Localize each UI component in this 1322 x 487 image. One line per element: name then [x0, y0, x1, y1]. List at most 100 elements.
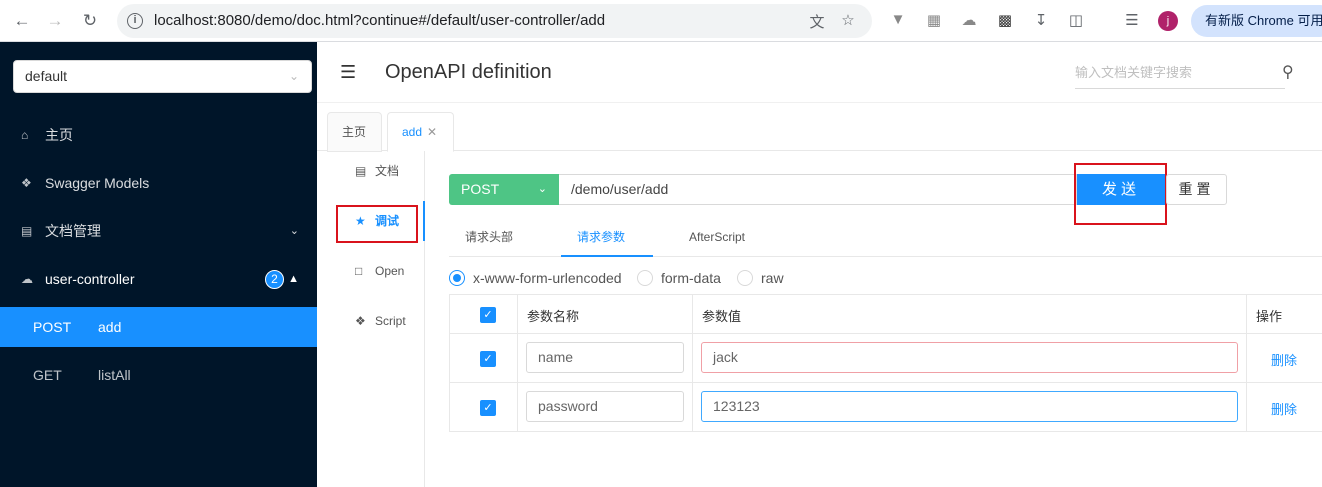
endpoint-post-add[interactable]: POST add — [0, 307, 317, 347]
column-header: 操作 — [1256, 309, 1283, 324]
sidebar-item-label: Swagger Models — [45, 175, 150, 191]
row-checkbox[interactable]: ✓ — [480, 400, 496, 416]
radio-unchecked[interactable] — [637, 270, 653, 286]
subtab-headers[interactable]: 请求头部 — [465, 219, 513, 257]
endpoint-path: add — [98, 319, 122, 335]
back-icon[interactable]: ← — [10, 9, 34, 33]
radio-raw[interactable]: raw — [737, 268, 784, 288]
radio-unchecked[interactable] — [737, 270, 753, 286]
home-icon: ⌂ — [21, 128, 29, 142]
subtab-params[interactable]: 请求参数 — [561, 219, 653, 257]
chevron-up-icon: ▲ — [288, 273, 299, 285]
params-table: ✓ 参数名称 参数值 操作 ✓ name jack 删除 ✓ password … — [449, 294, 1322, 432]
browser-toolbar: ← → ↻ i localhost:8080/demo/doc.html?con… — [0, 0, 1322, 42]
cloud-icon: ☁ — [21, 272, 33, 286]
sidebar-item-swagger-models[interactable]: ❖ Swagger Models — [0, 159, 317, 207]
table-row: ✓ password 123123 删除 — [450, 383, 1322, 432]
param-name-input[interactable]: name — [526, 342, 684, 373]
column-header: 参数值 — [702, 309, 742, 324]
tab-label: 文档 — [375, 164, 400, 178]
file-icon: □ — [355, 264, 363, 278]
radio-form-data[interactable]: form-data — [637, 268, 721, 288]
sidebar-item-label: 文档管理 — [45, 223, 101, 239]
count-badge: 2 — [265, 270, 284, 289]
tab-label: Script — [375, 314, 406, 328]
endpoint-method: GET — [33, 367, 62, 383]
address-bar[interactable]: i localhost:8080/demo/doc.html?continue#… — [117, 4, 872, 38]
request-subtabs: 请求头部 请求参数 AfterScript — [449, 219, 1322, 257]
collapse-menu-icon[interactable]: ☰ — [340, 62, 360, 82]
profile-avatar[interactable]: j — [1158, 11, 1178, 31]
select-col: ✓ — [450, 295, 518, 333]
select-all-checkbox[interactable]: ✓ — [480, 307, 496, 323]
tab-label: Open — [375, 264, 405, 278]
doc-side-tabs: ▤ 文档 ★ 调试 □ Open ❖ Script — [317, 151, 425, 487]
method-value: POST — [461, 181, 500, 197]
extension-v-icon[interactable]: ▼ — [888, 11, 908, 31]
highlight-box-debug — [336, 205, 418, 243]
tab-home[interactable]: 主页 — [327, 112, 382, 152]
sidebar-item-user-controller[interactable]: ☁ user-controller 2 ▲ — [0, 255, 317, 303]
media-list-icon[interactable]: ☰ — [1122, 11, 1142, 31]
tab-label: add — [402, 125, 423, 139]
tab-doc[interactable]: ▤ 文档 — [317, 151, 425, 191]
chevron-down-icon: ⌄ — [288, 69, 299, 83]
subtab-afterscript[interactable]: AfterScript — [689, 219, 745, 257]
tab-script[interactable]: ❖ Script — [317, 301, 425, 341]
close-icon[interactable]: ✕ — [427, 125, 437, 139]
group-select-value: default — [25, 68, 68, 84]
sidebar-item-label: user-controller — [45, 271, 135, 287]
name-col: 参数名称 — [518, 295, 693, 333]
extensions-puzzle-icon[interactable]: ◫ — [1066, 11, 1086, 31]
tab-bar: 主页 add ✕ — [317, 103, 1322, 152]
chevron-down-icon: ⌄ — [537, 183, 547, 195]
radio-label: x-www-form-urlencoded — [473, 270, 622, 286]
address-url[interactable]: localhost:8080/demo/doc.html?continue#/d… — [154, 12, 605, 29]
param-name-input[interactable]: password — [526, 391, 684, 422]
table-row: ✓ name jack 删除 — [450, 334, 1322, 383]
param-value-input[interactable]: 123123 — [701, 391, 1238, 422]
action-col: 操作 — [1247, 295, 1322, 333]
radio-urlencoded[interactable]: x-www-form-urlencoded — [449, 268, 622, 288]
param-value-input[interactable]: jack — [701, 342, 1238, 373]
highlight-box-send — [1074, 163, 1167, 225]
reload-icon[interactable]: ↻ — [78, 9, 102, 33]
download-icon[interactable]: ↧ — [1031, 11, 1051, 31]
method-select[interactable]: POST ⌄ — [449, 174, 559, 205]
models-icon: ❖ — [21, 176, 32, 190]
site-info-icon[interactable]: i — [127, 13, 143, 29]
extension-grid-icon[interactable]: ▦ — [924, 11, 944, 31]
group-select[interactable]: default ⌄ — [13, 60, 312, 93]
chrome-update-button[interactable]: 有新版 Chrome 可用 — [1191, 5, 1322, 37]
code-icon: ❖ — [355, 314, 366, 328]
radio-label: form-data — [661, 270, 721, 286]
delete-link[interactable]: 删除 — [1271, 350, 1297, 369]
doc-manage-icon: ▤ — [21, 224, 33, 238]
translate-icon[interactable]: 文 — [807, 11, 827, 31]
request-url-row: POST ⌄ /demo/user/add 发送 — [449, 174, 1165, 205]
search-input[interactable]: 输入文档关键字搜索 — [1075, 59, 1285, 89]
table-header-row: ✓ 参数名称 参数值 操作 — [450, 295, 1322, 334]
row-checkbox[interactable]: ✓ — [480, 351, 496, 367]
sidebar-item-home[interactable]: ⌂ 主页 — [0, 111, 317, 159]
radio-checked[interactable] — [449, 270, 465, 286]
tab-add[interactable]: add ✕ — [387, 112, 454, 152]
search-icon[interactable]: ⚲ — [1282, 62, 1294, 82]
sidebar-item-label: 主页 — [45, 127, 73, 143]
extension-cloud-icon[interactable]: ☁ — [959, 11, 979, 31]
extension-game-icon[interactable]: ▩ — [995, 11, 1015, 31]
tab-open[interactable]: □ Open — [317, 251, 425, 291]
endpoint-get-listall[interactable]: GET listAll — [0, 355, 317, 395]
forward-icon[interactable]: → — [43, 9, 67, 33]
bookmark-star-icon[interactable]: ☆ — [838, 11, 858, 31]
column-header: 参数名称 — [527, 309, 580, 324]
reset-button[interactable]: 重置 — [1166, 174, 1227, 205]
delete-link[interactable]: 删除 — [1271, 399, 1297, 418]
app-header: ☰ OpenAPI definition 输入文档关键字搜索 ⚲ — [317, 42, 1322, 103]
endpoint-method: POST — [33, 319, 72, 335]
url-input[interactable]: /demo/user/add — [559, 174, 1077, 205]
chevron-down-icon: ⌄ — [289, 225, 299, 237]
sidebar-item-doc-manage[interactable]: ▤ 文档管理 ⌄ — [0, 207, 317, 255]
value-col: 参数值 — [693, 295, 1247, 333]
doc-icon: ▤ — [355, 164, 367, 178]
